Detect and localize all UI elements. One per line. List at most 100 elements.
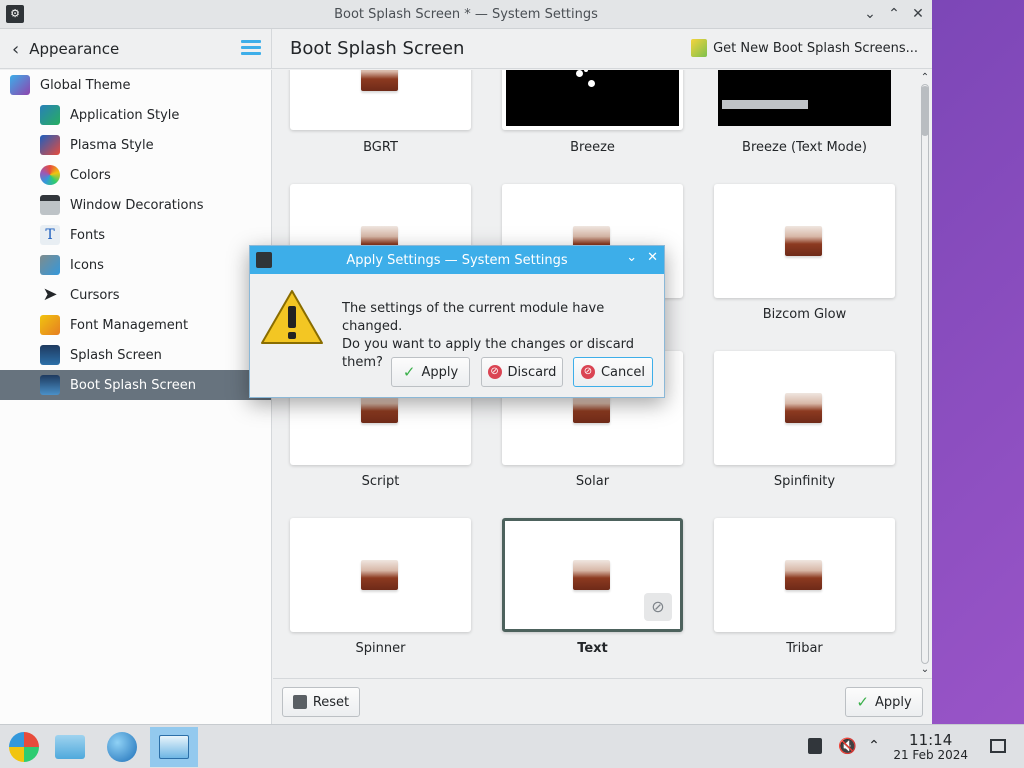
back-arrow-icon[interactable]: ‹ (12, 39, 19, 60)
theme-label: Breeze (570, 140, 615, 155)
sidebar-item-colors[interactable]: Colors (0, 160, 271, 190)
sidebar-item-label: Font Management (70, 317, 189, 333)
theme-card-spinfinity[interactable] (714, 351, 895, 465)
header-bar: ‹ Appearance Boot Splash Screen Get New … (0, 29, 932, 69)
volume-muted-icon[interactable]: 🔇 (838, 738, 857, 754)
breadcrumb: ‹ Appearance (0, 29, 272, 69)
tray-expand-icon[interactable]: ⌃ (866, 738, 882, 754)
sidebar-item-label: Global Theme (40, 77, 131, 93)
close-button[interactable]: ✕ (908, 4, 928, 24)
reset-button[interactable]: Reset (282, 687, 360, 717)
check-icon: ✓ (856, 693, 869, 711)
sidebar-item-label: Splash Screen (70, 347, 162, 363)
dialog-discard-button[interactable]: ⊘ Discard (481, 357, 563, 387)
sidebar-item-label: Colors (70, 167, 111, 183)
theme-label: BGRT (363, 140, 398, 155)
dialog-app-icon[interactable] (256, 252, 272, 268)
theme-card-bizcom-glow[interactable] (714, 184, 895, 298)
global-theme-icon (10, 75, 30, 95)
apply-settings-dialog: Apply Settings — System Settings ⌄ ✕ The… (249, 245, 665, 398)
splash-screen-icon (40, 345, 60, 365)
boot-splash-screen-icon (40, 375, 60, 395)
clipboard-icon[interactable] (808, 738, 822, 754)
theme-preview-image (361, 560, 398, 590)
start-menu-icon (9, 732, 39, 762)
sidebar-item-global-theme[interactable]: Global Theme (0, 70, 271, 100)
sidebar-item-label: Plasma Style (70, 137, 154, 153)
sidebar-item-plasma-style[interactable]: Plasma Style (0, 130, 271, 160)
maximize-button[interactable]: ⌃ (884, 4, 904, 24)
clock-time: 11:14 (909, 731, 953, 749)
theme-card-spinner[interactable] (290, 518, 471, 632)
sidebar-item-cursors[interactable]: ➤ Cursors (0, 280, 271, 310)
theme-label: Spinner (355, 641, 406, 656)
breeze-text-mode-preview[interactable] (718, 70, 891, 126)
sidebar-item-font-management[interactable]: Font Management (0, 310, 271, 340)
theme-card-text[interactable]: ⊘ (502, 518, 683, 632)
vertical-scrollbar[interactable]: ⌃ ⌄ (918, 70, 932, 678)
start-menu-button[interactable] (0, 727, 48, 767)
dialog-cancel-button[interactable]: ⊘ Cancel (573, 357, 653, 387)
taskbar-file-manager[interactable] (46, 727, 94, 767)
window-title: Boot Splash Screen * — System Settings (334, 6, 598, 22)
theme-label: Script (361, 474, 400, 489)
page-title: Boot Splash Screen (290, 38, 465, 59)
dialog-minimize-icon[interactable]: ⌄ (626, 250, 637, 265)
theme-preview-image (785, 226, 822, 256)
digital-clock[interactable]: 11:14 21 Feb 2024 (893, 732, 968, 763)
taskbar: 🔇 ⌃ 11:14 21 Feb 2024 (0, 724, 1024, 768)
window-decorations-icon (40, 195, 60, 215)
dialog-cancel-label: Cancel (600, 364, 646, 380)
get-new-boot-splash-button[interactable]: Get New Boot Splash Screens... (691, 39, 918, 57)
theme-preview-image (361, 70, 398, 91)
icons-icon (40, 255, 60, 275)
uninstall-disabled-icon[interactable]: ⊘ (644, 593, 672, 621)
taskbar-browser[interactable] (98, 727, 146, 767)
folder-icon (55, 735, 85, 759)
theme-label: Text (577, 641, 608, 656)
dialog-close-icon[interactable]: ✕ (647, 250, 658, 265)
theme-card-bgrt[interactable] (290, 70, 471, 130)
dialog-titlebar[interactable]: Apply Settings — System Settings ⌄ ✕ (250, 246, 664, 274)
sidebar-item-splash-screen[interactable]: Splash Screen (0, 340, 271, 370)
show-desktop-icon[interactable] (990, 739, 1006, 753)
scroll-up-icon[interactable]: ⌃ (918, 72, 932, 84)
dialog-discard-label: Discard (507, 364, 557, 380)
get-new-stuff-icon (691, 39, 708, 57)
reset-icon (292, 695, 307, 709)
cancel-icon: ⊘ (580, 365, 595, 379)
check-icon: ✓ (402, 363, 416, 381)
sidebar-item-label: Boot Splash Screen (70, 377, 196, 393)
breadcrumb-appearance[interactable]: Appearance (29, 40, 119, 58)
colors-icon (40, 165, 60, 185)
globe-icon (107, 732, 137, 762)
theme-preview-image (785, 560, 822, 590)
theme-preview-image (785, 393, 822, 423)
scrollbar-thumb[interactable] (921, 86, 929, 136)
breeze-preview (506, 70, 679, 126)
taskbar-system-settings[interactable] (150, 727, 198, 767)
footer-bar: Reset ✓ Apply (273, 678, 932, 724)
sidebar-item-fonts[interactable]: T Fonts (0, 220, 271, 250)
theme-card-tribar[interactable] (714, 518, 895, 632)
sidebar-item-label: Icons (70, 257, 104, 273)
system-settings-icon (159, 735, 189, 759)
cursor-arrow-icon: ➤ (42, 284, 58, 305)
window-titlebar[interactable]: ⚙ Boot Splash Screen * — System Settings… (0, 0, 932, 29)
theme-label: Solar (575, 474, 610, 489)
minimize-button[interactable]: ⌄ (860, 4, 880, 24)
sidebar-item-label: Cursors (70, 287, 120, 303)
sidebar-item-window-decorations[interactable]: Window Decorations (0, 190, 271, 220)
dialog-apply-button[interactable]: ✓ Apply (391, 357, 470, 387)
sidebar-item-application-style[interactable]: Application Style (0, 100, 271, 130)
discard-icon: ⊘ (487, 365, 502, 379)
system-settings-app-icon[interactable]: ⚙ (6, 5, 24, 23)
sidebar-item-icons[interactable]: Icons (0, 250, 271, 280)
font-management-icon (40, 315, 60, 335)
clock-date: 21 Feb 2024 (893, 748, 968, 762)
application-style-icon (40, 105, 60, 125)
sidebar-item-boot-splash-screen[interactable]: Boot Splash Screen (0, 370, 271, 400)
apply-button[interactable]: ✓ Apply (845, 687, 923, 717)
scroll-down-icon[interactable]: ⌄ (918, 664, 932, 676)
hamburger-menu-icon[interactable] (241, 40, 261, 56)
